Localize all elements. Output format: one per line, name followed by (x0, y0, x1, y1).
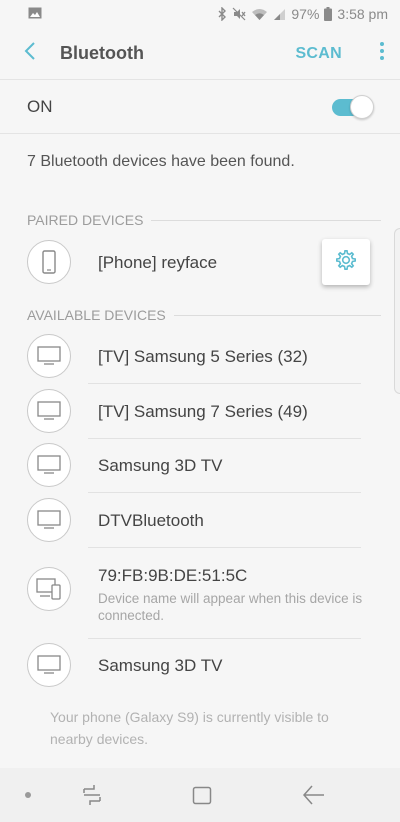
battery-icon (324, 7, 333, 21)
tv-icon (27, 389, 71, 433)
device-subtitle: Device name will appear when this device… (98, 591, 363, 623)
divider (151, 219, 381, 221)
divider (173, 314, 381, 316)
status-bar: 97% 3:58 pm (0, 0, 400, 28)
divider (88, 547, 361, 548)
paired-devices-header-label: PAIRED DEVICES (27, 212, 144, 228)
signal-icon (273, 8, 286, 21)
device-name: Samsung 3D TV (98, 456, 223, 475)
keyboard-dot-icon[interactable] (25, 792, 31, 798)
home-button[interactable] (192, 786, 212, 805)
devices-found-text: 7 Bluetooth devices have been found. (27, 153, 295, 170)
side-panel-handle[interactable] (394, 228, 400, 394)
divider (88, 438, 361, 439)
divider (88, 383, 361, 384)
tv-icon (27, 498, 71, 542)
recents-button[interactable] (80, 784, 104, 806)
tv-icon (27, 334, 71, 378)
divider (88, 638, 361, 639)
phone-icon (27, 240, 71, 284)
mute-icon (232, 7, 246, 21)
more-options-button[interactable] (364, 28, 400, 80)
page-title: Bluetooth (60, 43, 144, 63)
devices-icon (27, 567, 71, 611)
visibility-note: Your phone (Galaxy S9) is currently visi… (50, 709, 329, 747)
tv-icon (27, 643, 71, 687)
nav-back-button[interactable] (302, 784, 326, 806)
divider (88, 492, 361, 493)
device-name: Samsung 3D TV (98, 656, 223, 675)
scan-button[interactable]: SCAN (295, 45, 342, 63)
more-vert-icon (380, 42, 384, 65)
available-devices-header-label: AVAILABLE DEVICES (27, 307, 166, 323)
chevron-left-icon (24, 41, 36, 66)
wifi-icon (251, 8, 268, 21)
bluetooth-icon (218, 7, 227, 21)
recents-icon (80, 785, 104, 810)
switch-thumb (350, 95, 374, 119)
paired-devices-header: PAIRED DEVICES (27, 210, 381, 230)
toggle-label: ON (27, 97, 53, 116)
bluetooth-toggle-row[interactable]: ON (0, 81, 400, 134)
home-square-icon (192, 786, 212, 809)
available-devices-header: AVAILABLE DEVICES (27, 305, 381, 325)
back-arrow-icon (302, 785, 326, 810)
tv-icon (27, 443, 71, 487)
device-name: 79:FB:9B:DE:51:5C (98, 566, 248, 585)
clock: 3:58 pm (337, 6, 388, 22)
device-name: DTVBluetooth (98, 511, 204, 530)
gear-icon (335, 249, 357, 276)
device-name: [TV] Samsung 5 Series (32) (98, 347, 308, 366)
battery-percent: 97% (291, 6, 320, 22)
app-bar: Bluetooth SCAN (0, 28, 400, 80)
back-button[interactable] (0, 28, 60, 80)
paired-device-name: [Phone] reyface (98, 253, 218, 272)
navigation-bar (0, 768, 400, 822)
image-icon (28, 6, 42, 22)
bluetooth-switch[interactable] (332, 95, 374, 119)
device-name: [TV] Samsung 7 Series (49) (98, 402, 308, 421)
paired-device-settings-button[interactable] (322, 239, 370, 285)
